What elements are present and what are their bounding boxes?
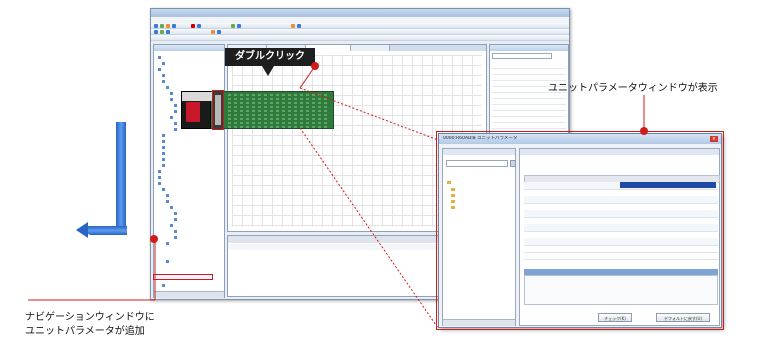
param-window-caption: ユニットパラメータウィンドウが表示: [548, 83, 718, 94]
nav-added-caption: ナビゲーションウィンドウに ユニットパラメータが追加: [25, 311, 155, 339]
marker-dot: [311, 62, 319, 70]
connector-line-top: [299, 87, 439, 141]
marker-dot: [640, 127, 648, 135]
connector-line-bottom: [299, 127, 439, 329]
marker-dot: [150, 235, 158, 243]
nav-added-caption-line2: ユニットパラメータが追加: [25, 326, 145, 337]
parameter-window-highlight: [436, 131, 724, 330]
nav-added-caption-line1: ナビゲーションウィンドウに: [25, 312, 155, 323]
